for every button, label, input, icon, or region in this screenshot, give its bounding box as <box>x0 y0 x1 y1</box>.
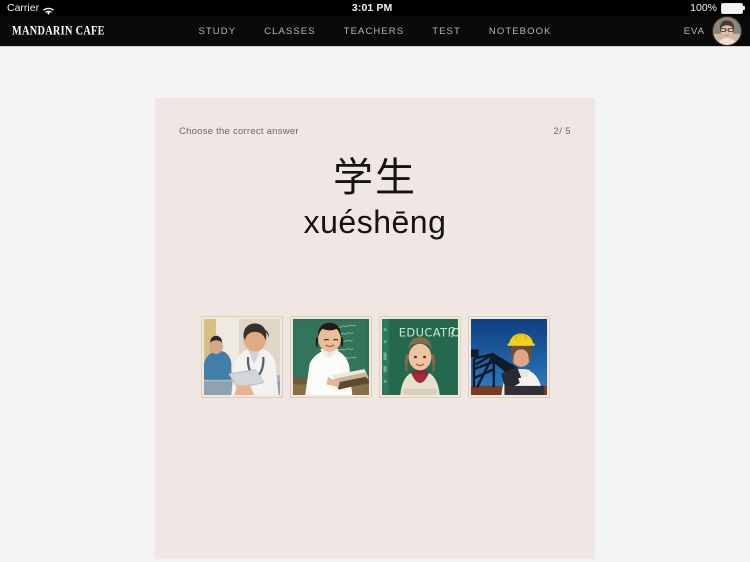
nav-item-study[interactable]: STUDY <box>198 26 236 37</box>
doctor-with-tablet-photo <box>203 319 280 395</box>
quiz-progress-counter: 2/ 5 <box>553 126 571 137</box>
teacher-with-book-at-chalkboard-photo <box>292 319 369 395</box>
quiz-option-2[interactable] <box>289 316 372 398</box>
svg-text:?: ? <box>448 326 455 341</box>
nav-item-notebook[interactable]: NOTEBOOK <box>489 26 552 37</box>
status-bar-left: Carrier <box>0 0 55 16</box>
status-bar-time: 3:01 PM <box>351 2 393 14</box>
user-account-button[interactable]: EVA <box>684 16 742 46</box>
battery-full-icon <box>721 2 745 14</box>
carrier-label: Carrier <box>7 2 40 14</box>
quiz-option-4[interactable] <box>467 316 550 398</box>
battery-percent-label: 100% <box>690 2 717 14</box>
quiz-options: EDUCATION ? <box>155 316 595 398</box>
nav-item-teachers[interactable]: TEACHERS <box>344 26 405 37</box>
ios-status-bar: Carrier 3:01 PM 100% <box>0 0 750 16</box>
avatar[interactable] <box>712 16 742 46</box>
user-name-label: EVA <box>683 25 705 37</box>
quiz-card: Choose the correct answer 2/ 5 学生 xuéshē… <box>155 98 595 559</box>
quiz-option-1[interactable] <box>200 316 283 398</box>
engineer-with-hard-hat-at-oil-derrick-photo <box>470 319 547 395</box>
app-navbar: MANDARIN CAFE STUDY CLASSES TEACHERS TES… <box>0 16 750 46</box>
quiz-prompt: Choose the correct answer <box>179 126 299 137</box>
quiz-option-3[interactable]: EDUCATION ? <box>378 316 461 398</box>
student-in-front-of-education-chalkboard-photo: EDUCATION ? <box>381 319 458 395</box>
nav-item-test[interactable]: TEST <box>432 26 461 37</box>
quiz-card-header: Choose the correct answer 2/ 5 <box>179 126 571 137</box>
page-body: Choose the correct answer 2/ 5 学生 xuéshē… <box>0 46 750 562</box>
main-navigation: STUDY CLASSES TEACHERS TEST NOTEBOOK <box>0 16 750 46</box>
quiz-pinyin: xuéshēng <box>303 204 447 240</box>
quiz-hanzi: 学生 <box>333 155 417 201</box>
status-bar-right: 100% <box>690 0 750 16</box>
nav-item-classes[interactable]: CLASSES <box>264 26 316 37</box>
wifi-icon <box>43 5 55 15</box>
quiz-word-block: 学生 xuéshēng <box>155 156 595 242</box>
